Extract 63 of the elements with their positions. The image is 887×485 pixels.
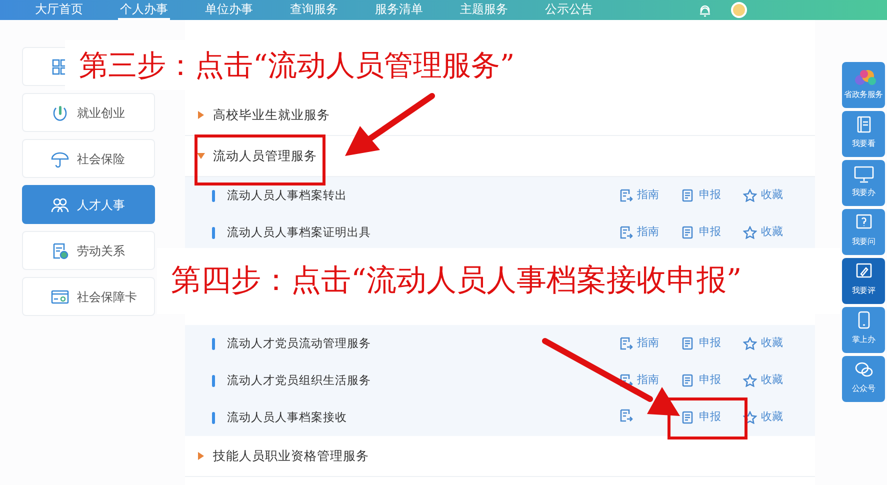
sidebar-item[interactable]: 社会保险 — [22, 139, 155, 178]
star-icon — [743, 374, 757, 387]
monitor-icon — [852, 164, 876, 184]
nav-tab[interactable]: 主题服务 — [458, 0, 510, 20]
star-icon — [743, 411, 757, 424]
report-icon — [681, 226, 695, 239]
report-link[interactable]: 申报 — [681, 187, 721, 204]
side-tool-button[interactable]: 我要办 — [842, 160, 885, 206]
people-icon — [51, 196, 69, 214]
bell-icon[interactable] — [699, 3, 711, 17]
sidebar-item[interactable]: 就业创业 — [22, 93, 155, 132]
document-icon — [51, 242, 69, 260]
sidebar-item[interactable]: 人才人事 — [22, 185, 155, 224]
collapsed-triangle-icon — [197, 111, 205, 119]
nav-tab[interactable]: 大厅首页 — [33, 0, 85, 20]
report-link[interactable]: 申报 — [681, 409, 721, 426]
guide-link[interactable] — [619, 409, 633, 422]
expanded-triangle-icon — [197, 152, 205, 160]
side-tool-button[interactable]: 公众号 — [842, 356, 885, 402]
favorite-link[interactable]: 收藏 — [743, 335, 783, 352]
report-link[interactable]: 申报 — [681, 224, 721, 241]
card-icon — [51, 288, 69, 306]
favorite-link[interactable]: 收藏 — [743, 187, 783, 204]
report-icon — [681, 189, 695, 202]
report-icon — [681, 374, 695, 387]
guide-link[interactable]: 指南 — [619, 187, 659, 204]
service-name[interactable]: 流动人员人事档案接收 — [227, 408, 347, 426]
star-icon — [743, 337, 757, 350]
service-name[interactable]: 流动人员人事档案转出 — [227, 186, 347, 204]
side-tool-button[interactable]: 我要问 — [842, 209, 885, 255]
guide-icon — [619, 226, 633, 239]
favorite-link[interactable]: 收藏 — [743, 409, 783, 426]
side-tool-button[interactable]: 省政务服务 — [842, 62, 885, 108]
side-tool-button[interactable]: 我要看 — [842, 111, 885, 157]
service-name[interactable]: 流动人员人事档案证明出具 — [227, 224, 371, 242]
star-icon — [743, 226, 757, 239]
guide-icon — [619, 409, 633, 422]
side-tool-button[interactable]: 我要评 — [842, 258, 885, 304]
guide-link[interactable]: 指南 — [619, 335, 659, 352]
report-icon — [681, 411, 695, 424]
report-link[interactable]: 申报 — [681, 372, 721, 389]
favorite-link[interactable]: 收藏 — [743, 372, 783, 389]
nav-tab[interactable]: 公示公告 — [543, 0, 595, 20]
nav-tab[interactable]: 服务清单 — [373, 0, 425, 20]
report-icon — [681, 337, 695, 350]
star-icon — [743, 189, 757, 202]
guide-icon — [619, 189, 633, 202]
umbrella-icon — [51, 150, 69, 168]
nav-tab[interactable]: 查询服务 — [288, 0, 340, 20]
guide-link[interactable]: 指南 — [619, 224, 659, 241]
sidebar-item[interactable]: 社会保障卡 — [22, 277, 155, 316]
favorite-link[interactable]: 收藏 — [743, 224, 783, 241]
service-name[interactable]: 流动人才党员流动管理服务 — [227, 334, 371, 352]
service-name[interactable]: 流动人才党员组织生活服务 — [227, 372, 371, 390]
sidebar-item[interactable]: 劳动关系 — [22, 231, 155, 270]
report-link[interactable]: 申报 — [681, 335, 721, 352]
avatar-icon[interactable] — [731, 2, 747, 18]
guide-link[interactable]: 指南 — [619, 372, 659, 389]
guide-icon — [619, 374, 633, 387]
side-tool-button[interactable]: 掌上办 — [842, 307, 885, 353]
nav-tab[interactable]: 单位办事 — [203, 0, 255, 20]
guide-icon — [619, 337, 633, 350]
collapsed-triangle-icon — [197, 452, 205, 460]
